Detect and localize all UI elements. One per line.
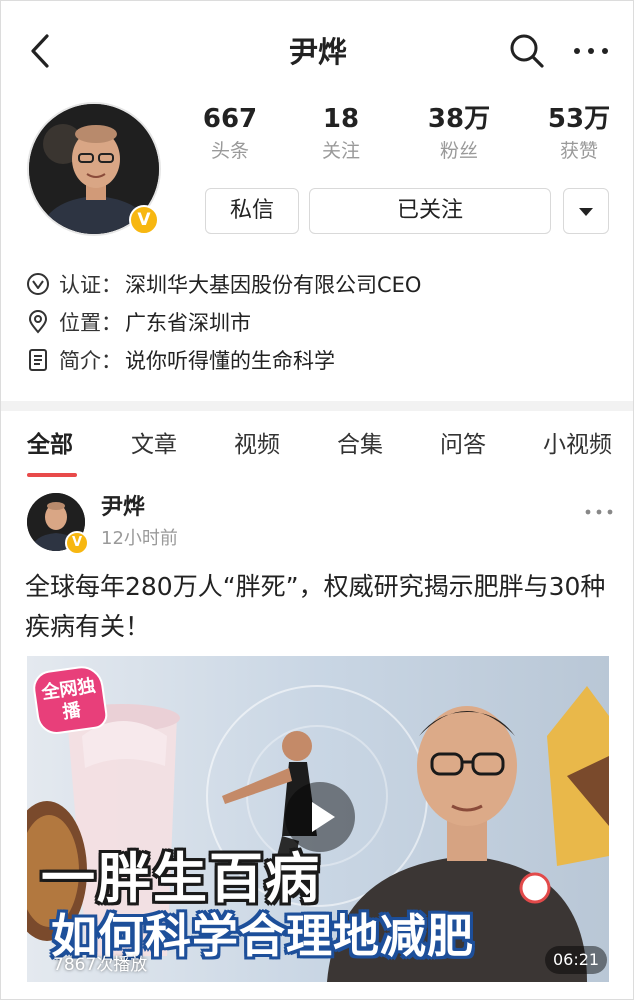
search-icon (510, 34, 544, 68)
follow-button[interactable]: 已关注 (309, 188, 551, 234)
more-horizontal-icon (585, 509, 613, 515)
stat-likes[interactable]: 53万 获赞 (529, 101, 629, 165)
info-location: 位置： 广东省深圳市 (25, 305, 625, 341)
stat-value: 53万 (547, 104, 611, 134)
profile-stats: 667 头条 18 关注 38万 粉丝 53万 获赞 (183, 101, 623, 171)
tab-qa[interactable]: 问答 (440, 429, 486, 461)
active-tab-indicator (27, 473, 77, 477)
info-value: 说你听得懂的生命科学 (125, 349, 335, 373)
stat-posts[interactable]: 667 头条 (180, 101, 280, 165)
verified-badge: V (65, 531, 89, 555)
message-button[interactable]: 私信 (205, 188, 299, 234)
post-more-button[interactable] (579, 497, 619, 527)
post-author-name[interactable]: 尹烨 (101, 493, 145, 523)
stat-value: 38万 (427, 104, 491, 134)
post-timestamp: 12小时前 (101, 528, 178, 549)
verified-badge: V (129, 205, 159, 235)
stat-value: 667 (202, 104, 258, 134)
section-divider (1, 401, 633, 411)
top-bar: 尹烨 (1, 1, 633, 97)
exclusive-badge: 全网独播 (30, 663, 110, 737)
profile-page: 尹烨 V 667 头条 18 关注 38万 粉丝 53万 获赞 私信 已关注 认… (0, 0, 634, 1000)
stat-value: 18 (322, 104, 360, 134)
info-value: 深圳华大基因股份有限公司CEO (125, 273, 422, 297)
info-value: 广东省深圳市 (125, 311, 251, 335)
more-horizontal-icon (574, 48, 608, 54)
more-options-dropdown[interactable] (563, 188, 609, 234)
info-key: 位置： (59, 311, 122, 335)
tab-collections[interactable]: 合集 (337, 429, 383, 461)
post-title[interactable]: 全球每年280万人“胖死”，权威研究揭示肥胖与30种疾病有关！ (25, 567, 615, 647)
video-duration: 06:21 (545, 946, 608, 974)
info-key: 认证： (59, 273, 122, 297)
tab-all[interactable]: 全部 (27, 429, 73, 461)
stat-label: 粉丝 (439, 140, 478, 162)
stat-label: 关注 (321, 140, 360, 162)
verified-icon (27, 273, 49, 295)
info-certification: 认证： 深圳华大基因股份有限公司CEO (25, 267, 625, 303)
tab-articles[interactable]: 文章 (131, 429, 177, 461)
document-icon (29, 349, 47, 371)
video-thumbnail[interactable]: 全网独播 一胖生百病 如何科学合理地减肥 7867次播放 06:21 (27, 656, 609, 982)
stat-following[interactable]: 18 关注 (291, 101, 391, 165)
stat-followers[interactable]: 38万 粉丝 (409, 101, 509, 165)
video-play-count: 7867次播放 (53, 955, 148, 975)
tab-videos[interactable]: 视频 (234, 429, 280, 461)
info-bio: 简介： 说你听得懂的生命科学 (25, 343, 625, 379)
caret-down-icon (579, 208, 593, 216)
stat-label: 头条 (210, 140, 249, 162)
search-button[interactable] (507, 31, 547, 71)
tab-short-videos[interactable]: 小视频 (543, 429, 612, 461)
more-button[interactable] (571, 33, 611, 69)
location-icon (28, 310, 48, 334)
info-key: 简介： (59, 349, 122, 373)
stat-label: 获赞 (559, 140, 598, 162)
